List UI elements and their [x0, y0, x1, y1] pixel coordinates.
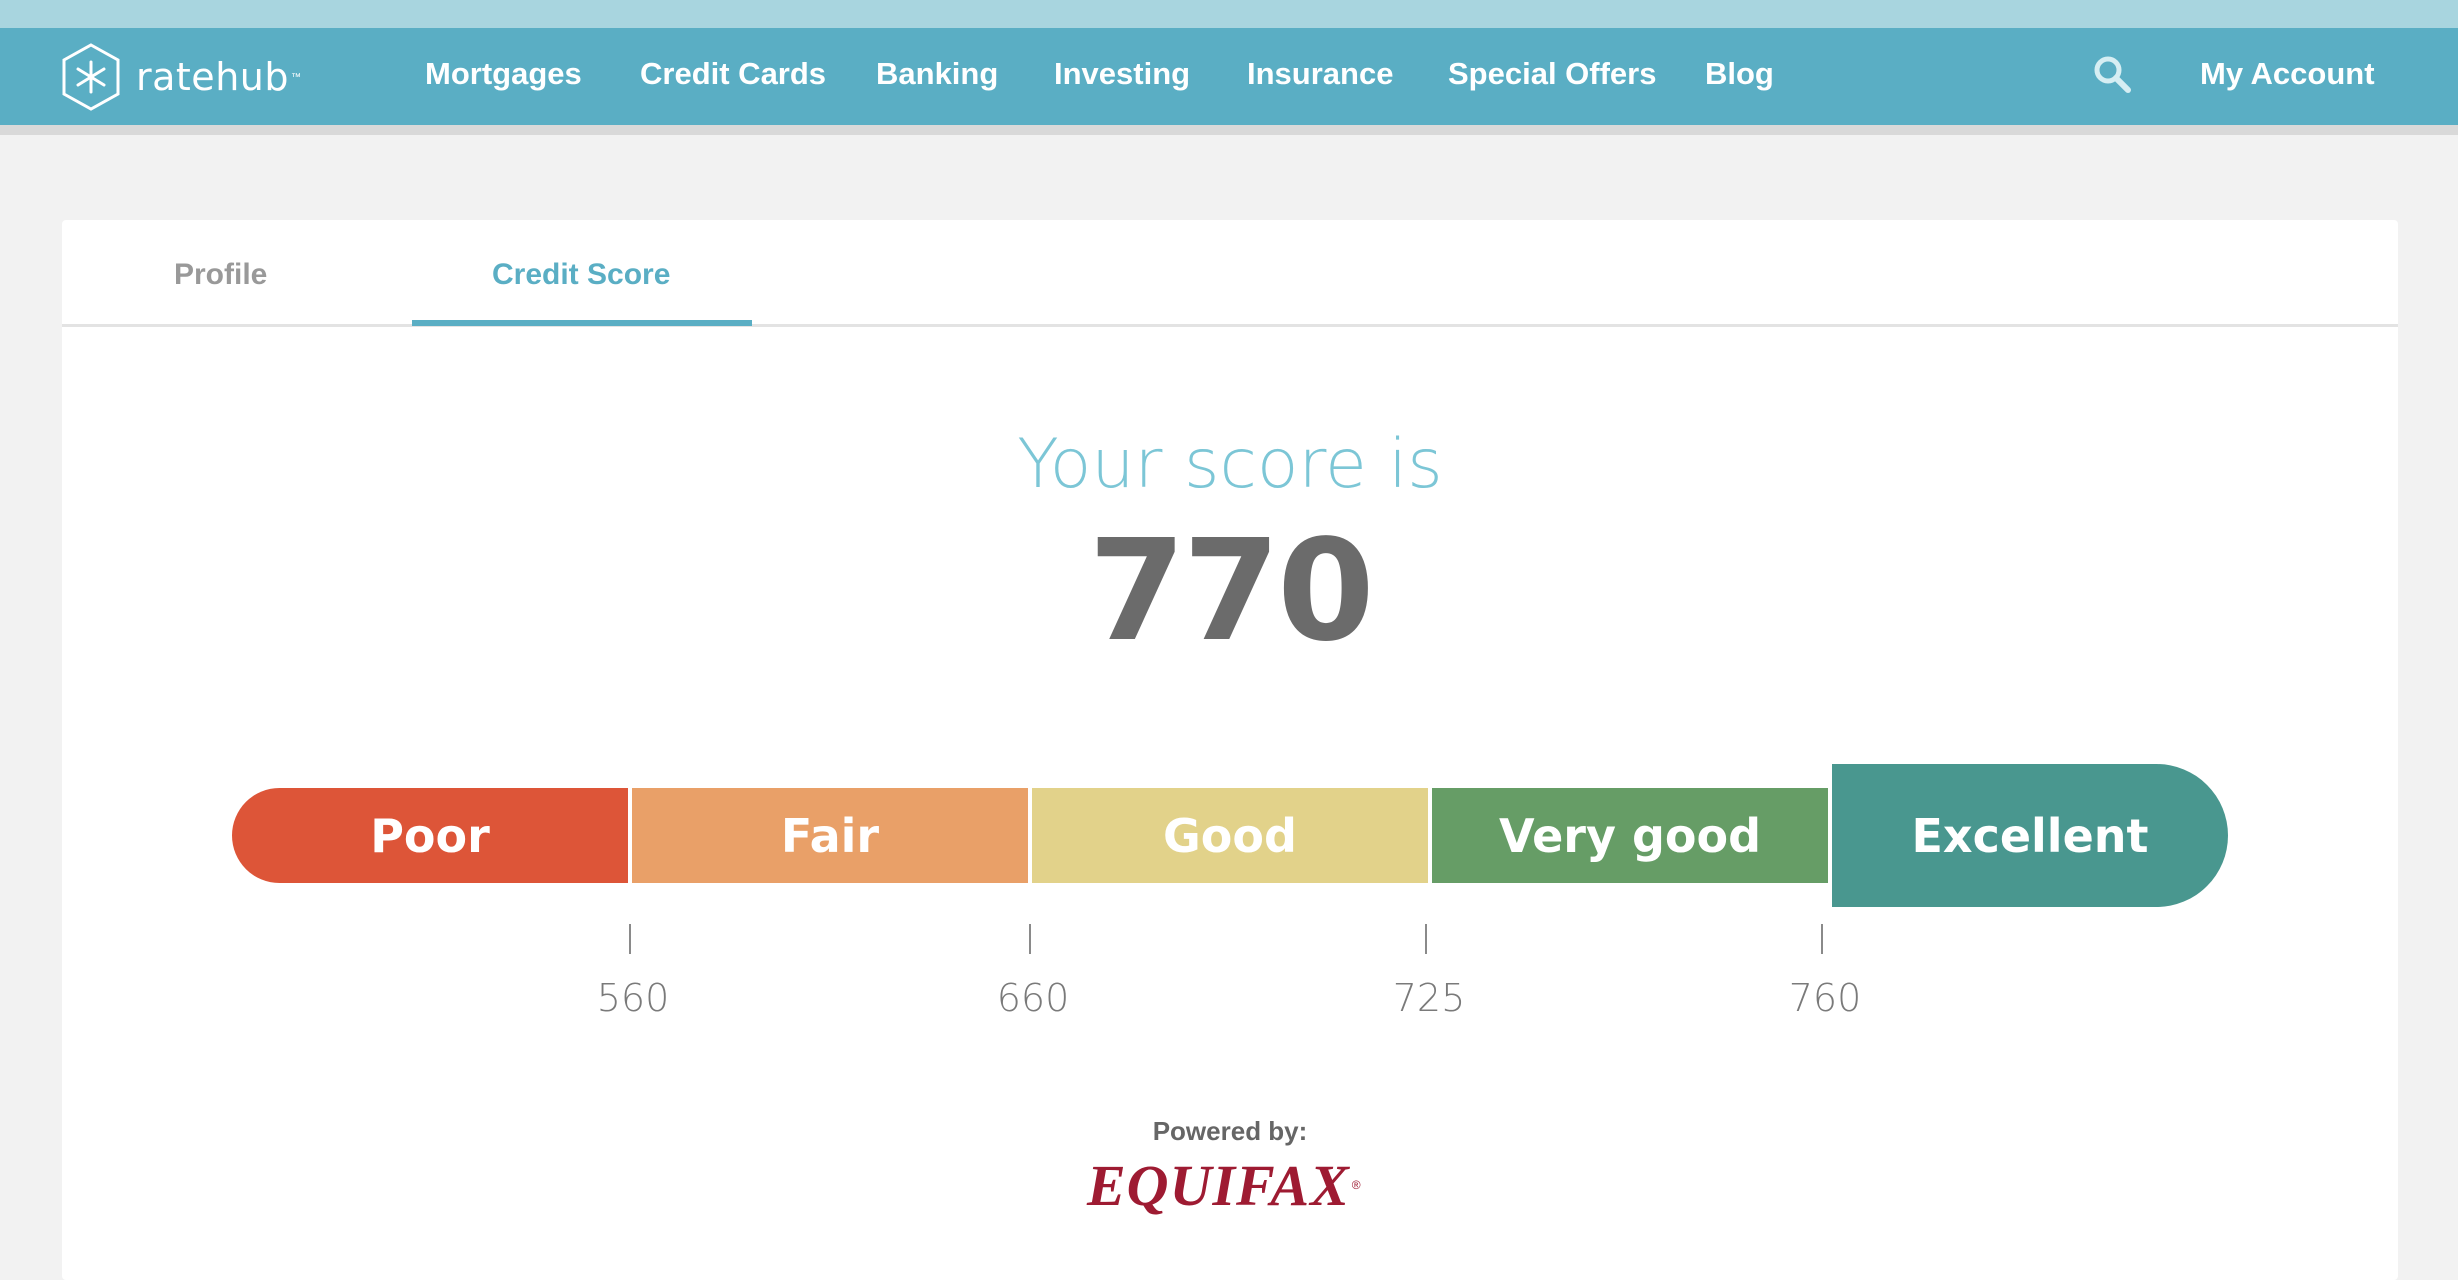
scale-segment-fair: Fair	[632, 788, 1028, 883]
scale-tick	[1029, 924, 1031, 954]
nav-mortgages[interactable]: Mortgages	[425, 56, 582, 92]
nav-blog[interactable]: Blog	[1705, 56, 1774, 92]
scale-segment-excellent: Excellent	[1832, 764, 2228, 907]
nav-insurance[interactable]: Insurance	[1247, 56, 1393, 92]
score-heading: Your score is	[1017, 425, 1443, 504]
scale-threshold-label: 560	[596, 976, 670, 1020]
nav-special-offers[interactable]: Special Offers	[1448, 56, 1656, 92]
credit-score-value: 770	[1088, 510, 1374, 673]
active-tab-indicator	[412, 320, 752, 326]
nav-credit-cards[interactable]: Credit Cards	[640, 56, 826, 92]
my-account-link[interactable]: My Account	[2200, 56, 2375, 92]
scale-segment-poor: Poor	[232, 788, 628, 883]
top-accent-strip	[0, 0, 2458, 28]
logo-trademark: ™	[290, 71, 301, 83]
navbar-shadow	[0, 125, 2458, 135]
scale-tick	[629, 924, 631, 954]
scale-threshold-label: 660	[996, 976, 1070, 1020]
scale-tick	[1821, 924, 1823, 954]
scale-threshold-label: 725	[1392, 976, 1466, 1020]
top-navbar: ratehub ™ Mortgages Credit Cards Banking…	[0, 28, 2458, 125]
search-icon[interactable]	[2092, 54, 2132, 94]
ratehub-logo-icon	[62, 43, 120, 111]
logo-wordmark: ratehub	[136, 55, 289, 99]
tab-profile[interactable]: Profile	[174, 258, 267, 292]
equifax-registered-mark: ®	[1351, 1178, 1361, 1192]
powered-by-label: Powered by:	[1152, 1116, 1308, 1146]
equifax-wordmark: EQUIFAX	[1087, 1152, 1350, 1218]
scale-segment-very-good: Very good	[1432, 788, 1828, 883]
scale-tick	[1425, 924, 1427, 954]
nav-investing[interactable]: Investing	[1054, 56, 1190, 92]
credit-score-card: Profile Credit Score Your score is 770 P…	[62, 220, 2398, 1280]
scale-segment-good: Good	[1032, 788, 1428, 883]
scale-threshold-label: 760	[1788, 976, 1862, 1020]
nav-banking[interactable]: Banking	[876, 56, 998, 92]
tab-credit-score[interactable]: Credit Score	[492, 258, 670, 292]
ratehub-logo[interactable]: ratehub ™	[60, 42, 301, 112]
equifax-logo: EQUIFAX ®	[1087, 1150, 1361, 1220]
